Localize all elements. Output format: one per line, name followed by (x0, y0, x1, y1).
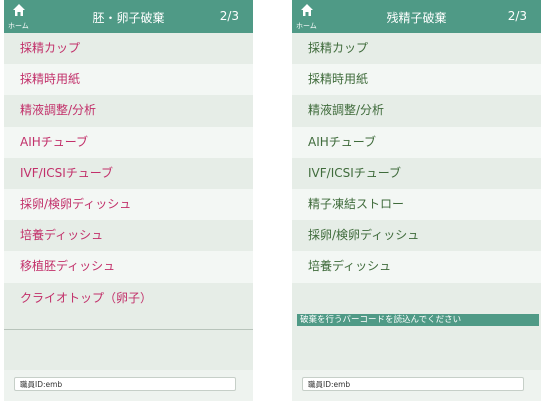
list-item[interactable]: IVF/ICSIチューブ (4, 157, 253, 189)
staff-id-field: 職員ID:emb (14, 377, 236, 391)
list-item[interactable]: AIHチューブ (292, 126, 541, 158)
list-item[interactable]: 採卵/検卵ディッシュ (292, 220, 541, 252)
scan-notice: 破棄を行うバーコードを読込んでください (297, 314, 539, 326)
empty-area (292, 283, 541, 370)
list-item[interactable]: 精子凍結ストロー (292, 188, 541, 221)
divider (4, 329, 253, 330)
list-item[interactable]: IVF/ICSIチューブ (292, 157, 541, 189)
footer: 職員ID:emb (4, 370, 253, 401)
list-item[interactable]: 精液調整/分析 (292, 95, 541, 127)
list-item[interactable]: 採精カップ (292, 33, 541, 65)
page-title: 胚・卵子破棄 (92, 11, 165, 25)
footer: 職員ID:emb (292, 370, 541, 401)
list-item[interactable]: 採精時用紙 (4, 64, 253, 96)
list-item[interactable]: クライオトップ（卵子） (4, 282, 253, 314)
page-title: 残精子破棄 (386, 11, 447, 25)
empty-area (4, 314, 253, 370)
item-list: 採精カップ 採精時用紙 精液調整/分析 AIHチューブ IVF/ICSIチューブ… (292, 33, 541, 283)
staff-id-field: 職員ID:emb (302, 377, 524, 391)
list-item[interactable]: 移植胚ディッシュ (4, 251, 253, 283)
page-indicator: 2/3 (507, 9, 527, 23)
list-item[interactable]: 採精時用紙 (292, 64, 541, 96)
header: ホーム 胚・卵子破棄 2/3 (4, 0, 253, 33)
list-item[interactable]: 精液調整/分析 (4, 95, 253, 127)
item-list: 採精カップ 採精時用紙 精液調整/分析 AIHチューブ IVF/ICSIチューブ… (4, 33, 253, 314)
left-panel: ホーム 胚・卵子破棄 2/3 採精カップ 採精時用紙 精液調整/分析 AIHチュ… (4, 0, 253, 401)
page-indicator: 2/3 (219, 9, 239, 23)
list-item[interactable]: 採精カップ (4, 33, 253, 65)
header: ホーム 残精子破棄 2/3 (292, 0, 541, 33)
right-panel: ホーム 残精子破棄 2/3 採精カップ 採精時用紙 精液調整/分析 AIHチュー… (292, 0, 541, 401)
list-item[interactable]: 培養ディッシュ (4, 220, 253, 252)
list-item[interactable]: 培養ディッシュ (292, 251, 541, 283)
list-item[interactable]: AIHチューブ (4, 126, 253, 158)
list-item[interactable]: 採卵/検卵ディッシュ (4, 188, 253, 221)
